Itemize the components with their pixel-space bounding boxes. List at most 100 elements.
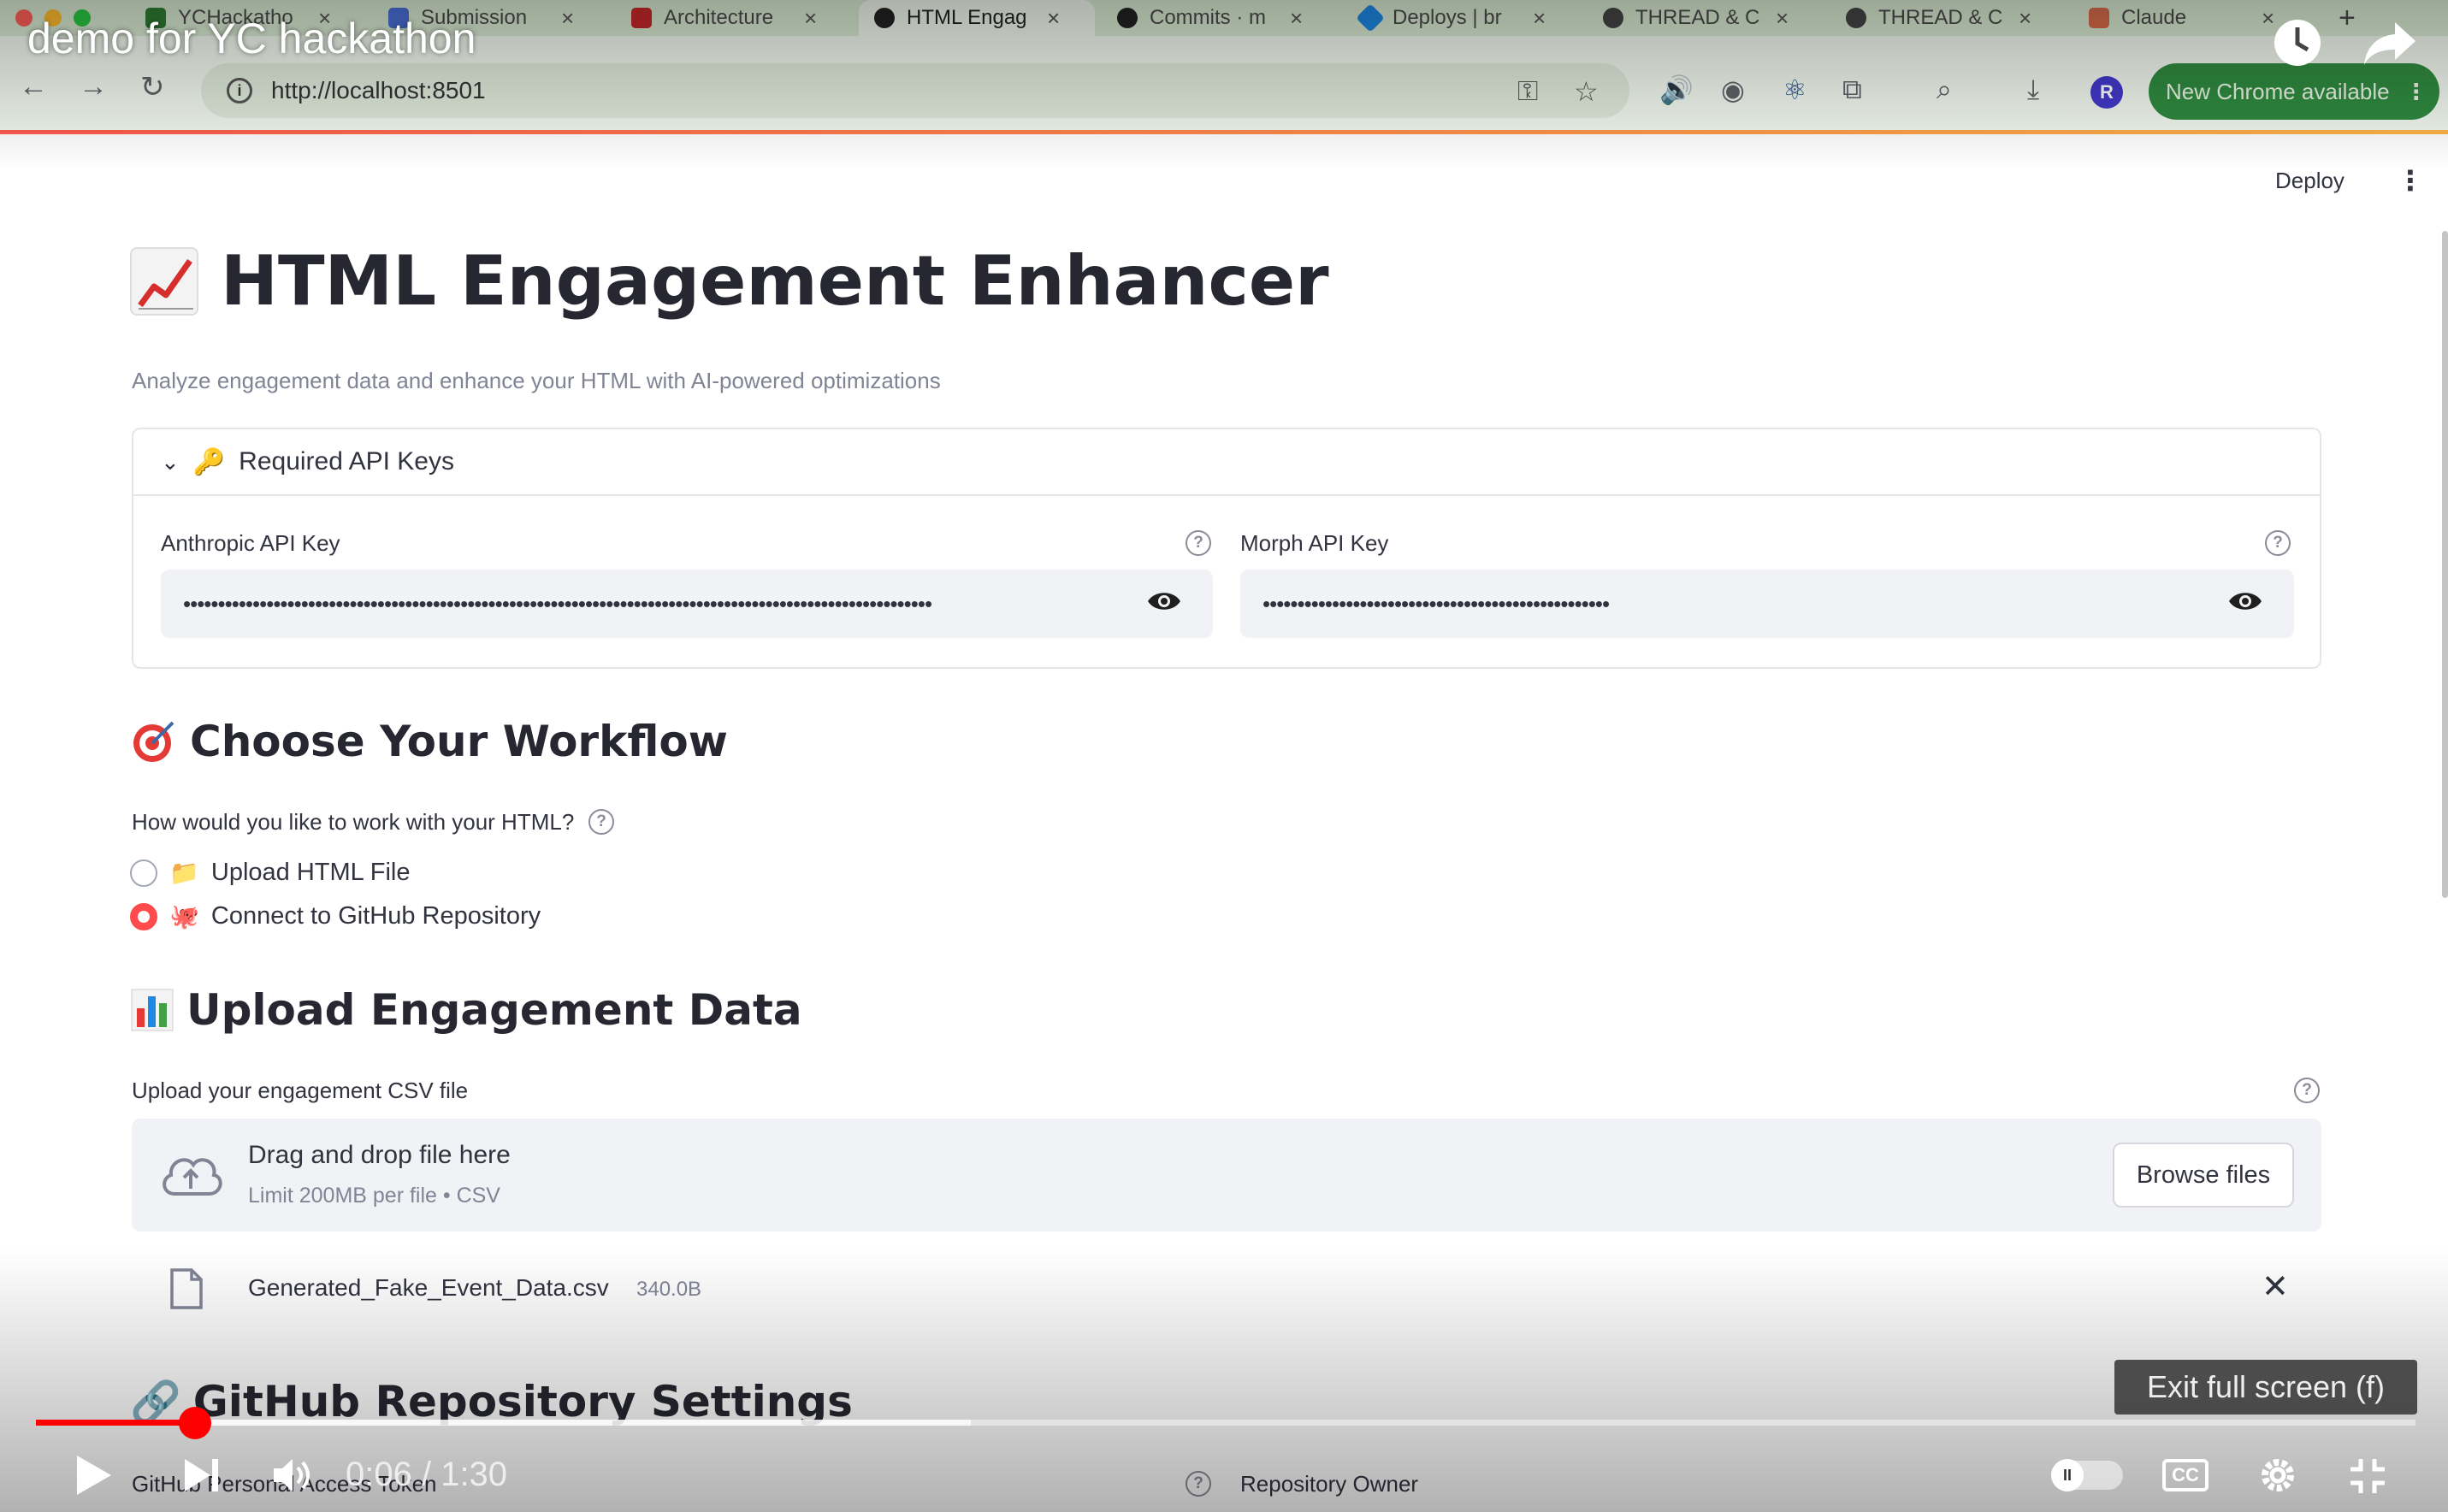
radio-connect-github[interactable]: 🐙 Connect to GitHub Repository: [130, 902, 541, 930]
autoplay-toggle[interactable]: II: [2051, 1459, 2123, 1491]
browser-tab[interactable]: THREAD & C ×: [1830, 0, 2067, 36]
close-tab-icon[interactable]: ×: [1533, 5, 1546, 32]
password-key-icon[interactable]: ⚿: [1517, 75, 1538, 108]
back-icon[interactable]: ←: [19, 70, 48, 103]
video-title[interactable]: demo for YC hackathon: [27, 14, 476, 63]
eye-icon[interactable]: [2227, 588, 2263, 614]
workflow-heading-text: Choose Your Workflow: [190, 717, 728, 766]
tab-label: Architecture: [664, 6, 774, 29]
tab-favicon-icon: [1356, 3, 1385, 32]
link-icon: 🔗: [130, 1378, 181, 1426]
tab-audio-icon[interactable]: 🔊: [1659, 74, 1694, 106]
captions-button[interactable]: CC: [2162, 1459, 2209, 1491]
target-icon: [133, 721, 174, 762]
more-vert-icon: ⋮: [2404, 78, 2427, 104]
page-subtitle: Analyze engagement data and enhance your…: [132, 368, 941, 393]
close-tab-icon[interactable]: ×: [2019, 5, 2031, 32]
browse-files-button[interactable]: Browse files: [2113, 1143, 2294, 1208]
url-text: http://localhost:8501: [271, 77, 486, 103]
close-tab-icon[interactable]: ×: [804, 5, 817, 32]
tab-favicon-icon: [1846, 8, 1866, 28]
folder-icon: 📁: [169, 859, 199, 886]
uploaded-file-name: Generated_Fake_Event_Data.csv: [248, 1274, 609, 1301]
radio-label: Connect to GitHub Repository: [210, 902, 541, 930]
page-title-text: HTML Engagement Enhancer: [221, 241, 1329, 321]
extensions-puzzle-icon[interactable]: ⧉: [1842, 74, 1862, 106]
tab-label: THREAD & C: [1878, 6, 2003, 29]
browser-tab[interactable]: Deploys | br ×: [1345, 0, 1581, 36]
downloads-icon[interactable]: ⤓: [2027, 74, 2039, 106]
tab-label: HTML Engag: [907, 6, 1027, 29]
dropzone-title: Drag and drop file here: [248, 1141, 511, 1169]
page-scrollbar[interactable]: [2442, 231, 2448, 898]
main-menu-icon[interactable]: ⋮: [2397, 164, 2424, 197]
address-bar[interactable]: i http://localhost:8501: [201, 63, 1629, 118]
close-tab-icon[interactable]: ×: [1290, 5, 1303, 32]
browser-tab[interactable]: Architecture ×: [616, 0, 852, 36]
browser-tab[interactable]: Commits · m ×: [1102, 0, 1338, 36]
forward-icon[interactable]: →: [79, 70, 108, 103]
help-icon[interactable]: ?: [588, 809, 614, 835]
new-chrome-available-button[interactable]: New Chrome available ⋮: [2149, 63, 2439, 120]
chart-increasing-icon: [130, 246, 198, 316]
profile-avatar[interactable]: R: [2090, 76, 2123, 109]
volume-icon[interactable]: [270, 1456, 315, 1495]
tab-label: Claude: [2121, 6, 2187, 29]
progress-scrubber[interactable]: [179, 1407, 212, 1439]
morph-api-key-input[interactable]: ••••••••••••••••••••••••••••••••••••••••…: [1240, 570, 2294, 638]
octopus-icon: 🐙: [169, 903, 199, 930]
settings-gear-icon[interactable]: [2256, 1454, 2299, 1497]
morph-key-label: Morph API Key: [1240, 530, 1389, 556]
reload-icon[interactable]: ↻: [140, 70, 165, 104]
close-tab-icon[interactable]: ×: [561, 5, 574, 32]
tab-favicon-icon: [874, 8, 895, 28]
help-icon[interactable]: ?: [2294, 1078, 2320, 1103]
site-info-icon[interactable]: i: [227, 78, 252, 103]
key-icon: 🔑: [192, 447, 226, 476]
help-icon[interactable]: ?: [1186, 1471, 1211, 1497]
api-keys-expander: ⌄ 🔑 Required API Keys Anthropic API Key …: [132, 428, 2321, 669]
camera-extension-icon[interactable]: ◉: [1721, 74, 1745, 106]
uploaded-file-size: 340.0B: [636, 1278, 702, 1301]
masked-value: ••••••••••••••••••••••••••••••••••••••••…: [183, 590, 932, 617]
page-load-indicator: [0, 130, 2448, 134]
upload-heading: Upload Engagement Data: [130, 985, 802, 1035]
exit-fullscreen-icon[interactable]: [2349, 1457, 2386, 1495]
radio-upload-html[interactable]: 📁 Upload HTML File: [130, 859, 410, 887]
bookmark-star-icon[interactable]: ☆: [1574, 75, 1599, 108]
share-icon[interactable]: [2362, 19, 2417, 67]
tab-label: THREAD & C: [1635, 6, 1760, 29]
anthropic-key-label: Anthropic API Key: [161, 530, 340, 556]
api-keys-expander-header[interactable]: ⌄ 🔑 Required API Keys: [133, 429, 2320, 496]
next-video-icon[interactable]: [181, 1456, 222, 1495]
workflow-heading: Choose Your Workflow: [130, 717, 728, 766]
expander-label: Required API Keys: [239, 447, 454, 475]
close-tab-icon[interactable]: ×: [1047, 5, 1060, 32]
tab-label: Commits · m: [1150, 6, 1266, 29]
help-icon[interactable]: ?: [2265, 530, 2291, 556]
radio-button[interactable]: [130, 859, 157, 887]
close-tab-icon[interactable]: ×: [1776, 5, 1789, 32]
browser-tab[interactable]: THREAD & C ×: [1588, 0, 1824, 36]
pause-icon: II: [2051, 1459, 2084, 1491]
tab-search-icon[interactable]: ⌕: [1937, 74, 1952, 106]
file-icon: [170, 1268, 203, 1309]
remove-file-icon[interactable]: ✕: [2262, 1267, 2289, 1306]
repo-owner-label: Repository Owner: [1240, 1471, 1419, 1497]
watch-later-icon[interactable]: [2272, 17, 2323, 68]
file-dropzone[interactable]: Drag and drop file here Limit 200MB per …: [132, 1119, 2321, 1231]
github-favicon-icon: [1117, 8, 1138, 28]
help-icon[interactable]: ?: [1186, 530, 1211, 556]
upload-label: Upload your engagement CSV file: [132, 1078, 469, 1103]
deploy-button[interactable]: Deploy: [2275, 168, 2345, 194]
react-devtools-icon[interactable]: ⚛: [1783, 74, 1807, 106]
browser-tab-active[interactable]: HTML Engag ×: [859, 0, 1095, 36]
workflow-question: How would you like to work with your HTM…: [132, 809, 575, 835]
claude-favicon-icon: [2089, 8, 2109, 28]
bar-chart-icon: [131, 989, 174, 1031]
eye-icon[interactable]: [1146, 588, 1182, 614]
video-time: 0:06 / 1:30: [346, 1456, 508, 1493]
radio-button-selected[interactable]: [130, 902, 157, 930]
play-icon[interactable]: [72, 1452, 115, 1498]
anthropic-api-key-input[interactable]: ••••••••••••••••••••••••••••••••••••••••…: [161, 570, 1213, 638]
